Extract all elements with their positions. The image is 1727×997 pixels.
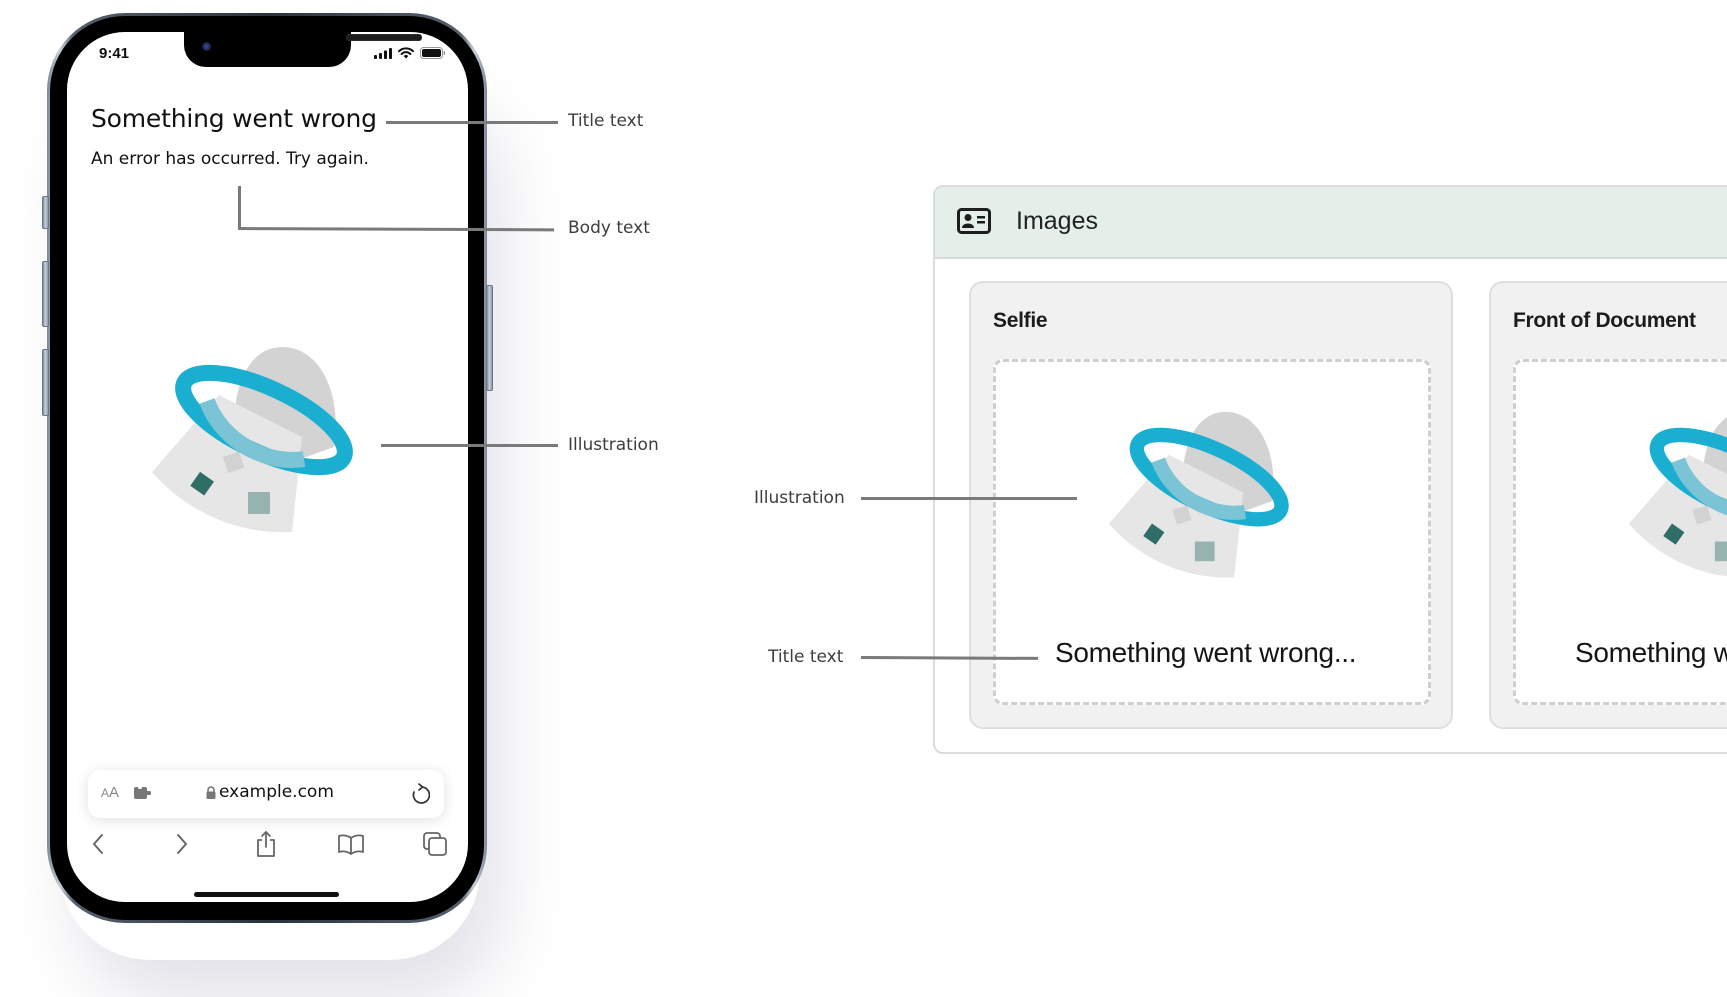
annotation-illustration: Illustration xyxy=(754,488,845,508)
bookmarks-button[interactable] xyxy=(334,827,368,861)
front-of-document-card: Front of Document Something went wrong..… xyxy=(1489,281,1727,729)
battery-icon xyxy=(420,47,446,59)
forward-button[interactable] xyxy=(165,827,199,861)
status-icons xyxy=(374,47,446,59)
volume-down-button xyxy=(42,349,49,416)
url-text: example.com xyxy=(219,782,334,802)
chevron-left-icon xyxy=(93,834,103,854)
images-panel: Images Selfie Something went wrong... Fr… xyxy=(933,185,1727,754)
status-time: 9:41 xyxy=(99,45,130,62)
text-size-large-a: A xyxy=(109,784,120,801)
phone-screen: 9:41 Something went wrong An error has o… xyxy=(67,32,468,902)
card-title: Selfie xyxy=(993,309,1048,332)
tabs-button[interactable] xyxy=(418,827,452,861)
selfie-card: Selfie Something went wrong... xyxy=(969,281,1453,729)
annotation-title-text: Title text xyxy=(568,111,644,131)
browser-toolbar xyxy=(81,827,453,861)
volume-up-button xyxy=(42,261,49,327)
annotation-line-illustration xyxy=(381,444,558,447)
error-title: Something went wrong... xyxy=(1055,637,1357,668)
annotation-title-text: Title text xyxy=(768,647,844,667)
reload-icon[interactable] xyxy=(410,783,430,805)
panel-header: Images xyxy=(935,187,1727,259)
speaker xyxy=(346,34,422,41)
power-button xyxy=(486,285,493,391)
lock-icon xyxy=(206,785,216,799)
extension-icon[interactable] xyxy=(134,786,152,800)
ufo-illustration xyxy=(1109,411,1289,578)
image-dropzone[interactable]: Something went wrong... xyxy=(993,359,1431,705)
annotation-line-illustration xyxy=(861,497,1077,500)
ufo-illustration xyxy=(1629,417,1727,577)
annotation-line-body-vertical xyxy=(238,186,241,229)
tabs-icon xyxy=(423,832,447,856)
front-camera xyxy=(202,42,211,51)
chevron-right-icon xyxy=(177,834,187,854)
wifi-icon xyxy=(398,47,414,59)
share-button[interactable] xyxy=(249,827,283,861)
back-button[interactable] xyxy=(81,827,115,861)
text-size-button[interactable]: AA xyxy=(101,784,119,801)
text-size-small-a: A xyxy=(101,786,110,800)
panel-title: Images xyxy=(1016,207,1098,235)
ufo-illustration xyxy=(152,347,353,533)
beam-block-teal xyxy=(248,492,270,514)
url-field[interactable]: example.com xyxy=(206,782,334,802)
mute-switch xyxy=(42,196,49,229)
error-body: An error has occurred. Try again. xyxy=(91,149,369,169)
annotation-body-text: Body text xyxy=(568,218,650,238)
annotation-line-title xyxy=(386,121,558,124)
error-title: Something went wrong xyxy=(91,104,377,133)
share-icon xyxy=(257,831,275,857)
image-dropzone[interactable]: Something went wrong... xyxy=(1513,359,1727,705)
book-icon xyxy=(338,834,364,855)
error-title: Something went wrong... xyxy=(1575,637,1727,668)
annotation-line-title xyxy=(860,656,1039,660)
home-indicator xyxy=(194,892,339,897)
id-card-icon xyxy=(957,208,991,234)
annotation-illustration: Illustration xyxy=(568,435,659,455)
cellular-signal-icon xyxy=(374,47,392,59)
address-bar[interactable]: AA example.com xyxy=(88,770,444,818)
card-title: Front of Document xyxy=(1513,309,1696,332)
